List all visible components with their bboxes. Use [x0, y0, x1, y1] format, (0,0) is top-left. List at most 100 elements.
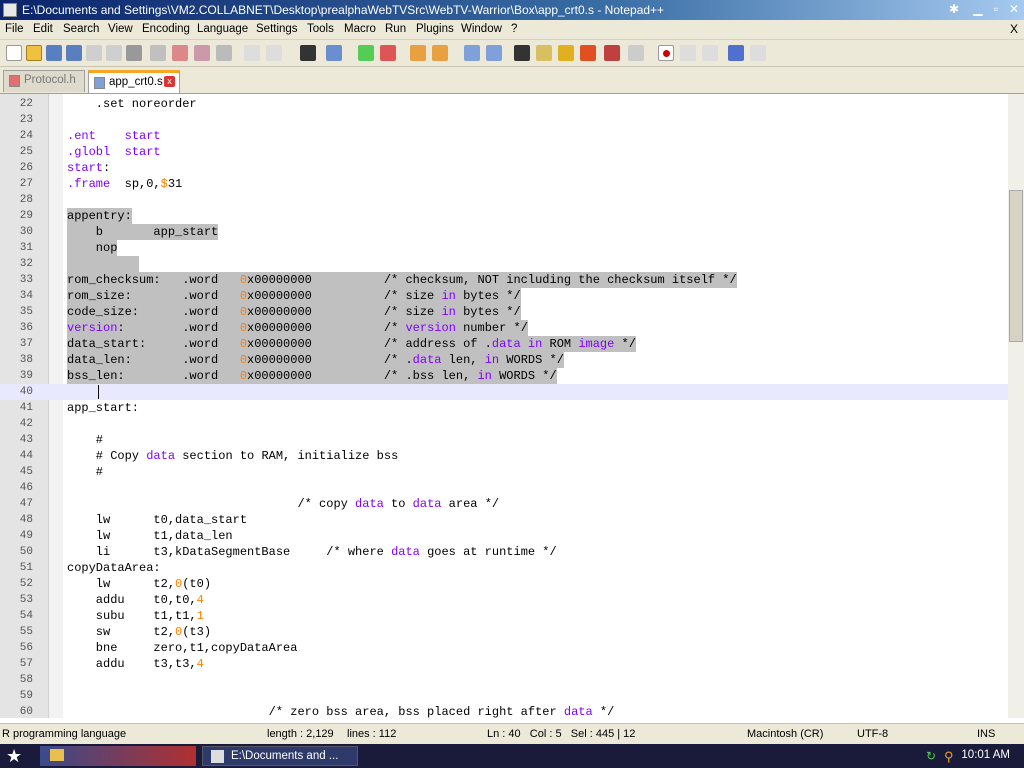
word-wrap-icon[interactable]	[464, 45, 480, 61]
code-line[interactable]: 44 # Copy data section to RAM, initializ…	[0, 448, 1008, 464]
code-line[interactable]: 33 rom_checksum: .word 0x00000000 /* chec…	[0, 272, 1008, 288]
copy-icon[interactable]	[172, 45, 188, 61]
tab-close-icon[interactable]: x	[164, 76, 175, 87]
function-list-icon[interactable]	[580, 45, 596, 61]
code-line[interactable]: 25 .globl start	[0, 144, 1008, 160]
indent-guide-icon[interactable]	[514, 45, 530, 61]
code-line[interactable]: 57 addu t3,t3,4	[0, 656, 1008, 672]
code-line[interactable]: 51 copyDataArea:	[0, 560, 1008, 576]
code-line[interactable]: 22 .set noreorder	[0, 96, 1008, 112]
code-line[interactable]: 27 .frame sp,0,$31	[0, 176, 1008, 192]
sync-scroll-v-icon[interactable]	[410, 45, 426, 61]
tab-protocol-h[interactable]: Protocol.h	[3, 70, 85, 92]
code-line[interactable]: 48 lw t0,data_start	[0, 512, 1008, 528]
monitoring-icon[interactable]	[628, 45, 644, 61]
code-line[interactable]: 47 /* copy data to data area */	[0, 496, 1008, 512]
code-line[interactable]: 58	[0, 672, 1008, 688]
run-macro-multiple-icon[interactable]	[728, 45, 744, 61]
paste-special-icon[interactable]	[216, 45, 232, 61]
user-lang-icon[interactable]	[536, 45, 552, 61]
open-file-icon[interactable]	[26, 45, 42, 61]
code-line[interactable]: 30 b app_start	[0, 224, 1008, 240]
scrollbar-thumb[interactable]	[1009, 190, 1023, 342]
menu-macro[interactable]: Macro	[344, 23, 376, 35]
folder-workspace-icon[interactable]	[604, 45, 620, 61]
code-editor[interactable]: 22 .set noreorder 23 24 .ent start 25 .globl …	[0, 94, 1008, 718]
code-line[interactable]: 52 lw t2,0(t0)	[0, 576, 1008, 592]
tab-app-crt0-s[interactable]: app_crt0.s x	[88, 70, 180, 93]
stop-record-icon[interactable]	[680, 45, 696, 61]
code-line[interactable]: 39 bss_len: .word 0x00000000 /* .bss len,…	[0, 368, 1008, 384]
code-line[interactable]: 56 bne zero,t1,copyDataArea	[0, 640, 1008, 656]
code-line[interactable]: 38 data_len: .word 0x00000000 /* .data le…	[0, 352, 1008, 368]
code-line[interactable]: 28	[0, 192, 1008, 208]
code-line[interactable]: 36 version: .word 0x00000000 /* version n…	[0, 320, 1008, 336]
code-line[interactable]: 46	[0, 480, 1008, 496]
zoom-in-icon[interactable]	[358, 45, 374, 61]
zoom-out-icon[interactable]	[380, 45, 396, 61]
code-line[interactable]: 24 .ent start	[0, 128, 1008, 144]
close-button[interactable]: ✕	[1004, 1, 1024, 18]
menu-view[interactable]: View	[108, 23, 133, 35]
close-document-button[interactable]: X	[1010, 22, 1018, 36]
code-line[interactable]: 32	[0, 256, 1008, 272]
code-line[interactable]: 26 start:	[0, 160, 1008, 176]
paste-icon[interactable]	[194, 45, 210, 61]
search-icon[interactable]: ⚲	[944, 749, 958, 764]
menu-search[interactable]: Search	[63, 23, 99, 35]
code-line[interactable]: 53 addu t0,t0,4	[0, 592, 1008, 608]
menu-file[interactable]: File	[5, 23, 24, 35]
minimize-button[interactable]: ▁	[968, 1, 988, 18]
undo-icon[interactable]	[244, 45, 260, 61]
code-line[interactable]: 55 sw t2,0(t3)	[0, 624, 1008, 640]
network-icon[interactable]: ↻	[926, 749, 940, 763]
menu-settings[interactable]: Settings	[256, 23, 298, 35]
menu-edit[interactable]: Edit	[33, 23, 53, 35]
maximize-button[interactable]: ▫	[986, 1, 1006, 18]
code-line[interactable]: 45 #	[0, 464, 1008, 480]
record-macro-icon[interactable]	[658, 45, 674, 61]
menu-window[interactable]: Window	[461, 23, 502, 35]
new-file-icon[interactable]	[6, 45, 22, 61]
code-line[interactable]: 43 #	[0, 432, 1008, 448]
print-icon[interactable]	[126, 45, 142, 61]
code-line[interactable]: 23	[0, 112, 1008, 128]
vertical-scrollbar[interactable]	[1008, 94, 1024, 718]
save-macro-icon[interactable]	[750, 45, 766, 61]
menu-language[interactable]: Language	[197, 23, 248, 35]
menu-help[interactable]: ?	[511, 23, 517, 35]
redo-icon[interactable]	[266, 45, 282, 61]
close-all-icon[interactable]	[106, 45, 122, 61]
code-line[interactable]: 60 /* zero bss area, bss placed right af…	[0, 704, 1008, 718]
close-icon[interactable]	[86, 45, 102, 61]
menu-tools[interactable]: Tools	[307, 23, 334, 35]
code-line[interactable]: 35 code_size: .word 0x00000000 /* size in…	[0, 304, 1008, 320]
code-line[interactable]: 42	[0, 416, 1008, 432]
save-all-icon[interactable]	[66, 45, 82, 61]
taskbar-folder-button[interactable]	[40, 746, 196, 766]
code-line[interactable]: 59	[0, 688, 1008, 704]
code-line[interactable]: 31 nop	[0, 240, 1008, 256]
save-icon[interactable]	[46, 45, 62, 61]
pin-icon[interactable]: ✱	[944, 1, 964, 18]
code-line[interactable]: 50 li t3,kDataSegmentBase /* where data …	[0, 544, 1008, 560]
taskbar-notepad-button[interactable]: E:\Documents and ...	[202, 746, 358, 766]
code-line[interactable]: 29 appentry:	[0, 208, 1008, 224]
code-line[interactable]: 41 app_start:	[0, 400, 1008, 416]
find-icon[interactable]	[300, 45, 316, 61]
sync-scroll-h-icon[interactable]	[432, 45, 448, 61]
menu-plugins[interactable]: Plugins	[416, 23, 454, 35]
menu-encoding[interactable]: Encoding	[142, 23, 190, 35]
code-line[interactable]: 37 data_start: .word 0x00000000 /* addres…	[0, 336, 1008, 352]
start-icon[interactable]: ★	[6, 746, 22, 766]
code-line[interactable]: 40	[0, 384, 1008, 400]
code-line[interactable]: 54 subu t1,t1,1	[0, 608, 1008, 624]
cut-icon[interactable]	[150, 45, 166, 61]
menu-run[interactable]: Run	[385, 23, 406, 35]
play-macro-icon[interactable]	[702, 45, 718, 61]
document-map-icon[interactable]	[558, 45, 574, 61]
code-line[interactable]: 49 lw t1,data_len	[0, 528, 1008, 544]
replace-icon[interactable]	[326, 45, 342, 61]
show-all-chars-icon[interactable]	[486, 45, 502, 61]
code-line[interactable]: 34 rom_size: .word 0x00000000 /* size in …	[0, 288, 1008, 304]
